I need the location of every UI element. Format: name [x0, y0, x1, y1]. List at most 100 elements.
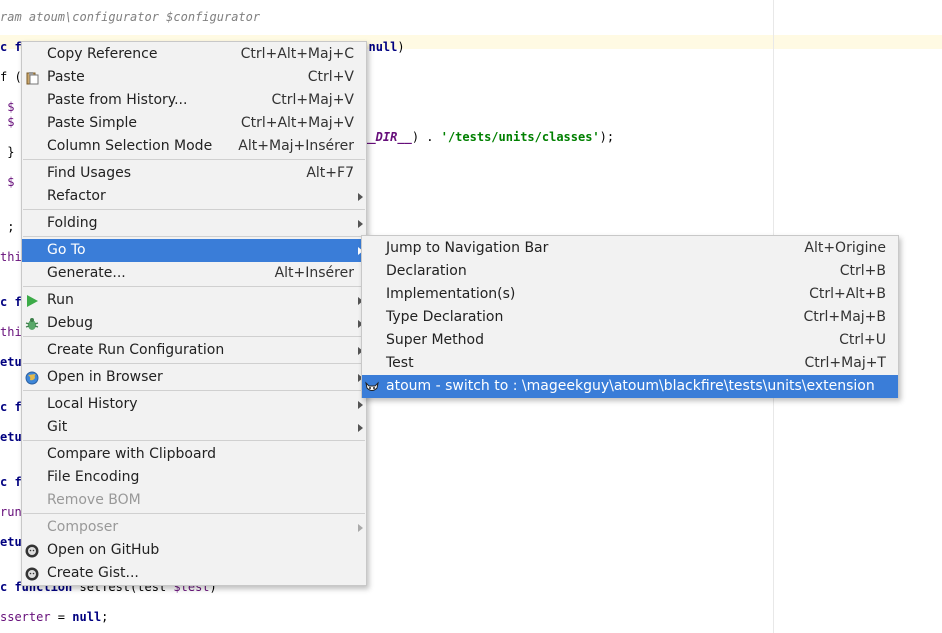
- menu-item-shortcut: Ctrl+U: [839, 332, 886, 348]
- menu-item-shortcut: Ctrl+V: [307, 69, 354, 85]
- menu-item-label: Generate...: [47, 265, 126, 281]
- menu-item-label: Create Run Configuration: [47, 342, 225, 358]
- menu-item-label: Create Gist...: [47, 565, 139, 581]
- menu-separator: [23, 363, 365, 364]
- menu-item-local-history[interactable]: Local History: [22, 393, 366, 416]
- code-token: sserter: [0, 610, 51, 624]
- menu-item-debug[interactable]: Debug: [22, 312, 366, 335]
- menu-item-label: Paste: [47, 69, 85, 85]
- submenu-arrow-icon: [358, 401, 363, 409]
- menu-item-label: atoum - switch to : \mageekguy\atoum\bla…: [386, 378, 875, 394]
- menu-item-open-on-github[interactable]: Open on GitHub: [22, 539, 366, 562]
- menu-item-refactor[interactable]: Refactor: [22, 185, 366, 208]
- menu-item-shortcut: Ctrl+Maj+T: [804, 355, 886, 371]
- menu-item-label: Implementation(s): [386, 286, 516, 302]
- menu-item-label: Local History: [47, 396, 138, 412]
- menu-item-label: Open in Browser: [47, 369, 163, 385]
- menu-item-label: Paste from History...: [47, 92, 188, 108]
- github-icon: [25, 566, 39, 581]
- menu-item-label: File Encoding: [47, 469, 140, 485]
- code-token: );: [599, 130, 615, 144]
- menu-item-paste-simple[interactable]: Paste Simple Ctrl+Alt+Maj+V: [22, 112, 366, 135]
- menu-item-git[interactable]: Git: [22, 416, 366, 439]
- menu-item-paste[interactable]: Paste Ctrl+V: [22, 66, 366, 89]
- menu-item-label: Go To: [47, 242, 86, 258]
- menu-item-create-run-configuration[interactable]: Create Run Configuration: [22, 339, 366, 362]
- menu-item-paste-from-history[interactable]: Paste from History... Ctrl+Maj+V: [22, 89, 366, 112]
- menu-item-atoum-switch[interactable]: atoum - switch to : \mageekguy\atoum\bla…: [362, 375, 898, 398]
- menu-item-label: Remove BOM: [47, 492, 141, 508]
- menu-separator: [23, 513, 365, 514]
- goto-submenu[interactable]: Jump to Navigation Bar Alt+Origine Declara…: [361, 235, 899, 398]
- menu-item-create-gist[interactable]: Create Gist...: [22, 562, 366, 585]
- menu-item-shortcut: Ctrl+Maj+V: [271, 92, 355, 108]
- code-line: ;: [0, 220, 14, 234]
- code-line: ram atoum\configurator $configurator: [0, 10, 260, 24]
- menu-item-test[interactable]: Test Ctrl+Maj+T: [362, 352, 898, 375]
- menu-item-open-in-browser[interactable]: Open in Browser: [22, 366, 366, 389]
- menu-item-label: Folding: [47, 215, 98, 231]
- code-token: null: [72, 610, 102, 624]
- menu-item-label: Jump to Navigation Bar: [386, 240, 549, 256]
- menu-item-implementations[interactable]: Implementation(s) Ctrl+Alt+B: [362, 283, 898, 306]
- code-token: $: [0, 175, 15, 189]
- github-icon: [25, 543, 39, 558]
- menu-item-label: Open on GitHub: [47, 542, 160, 558]
- menu-item-label: Composer: [47, 519, 119, 535]
- menu-item-file-encoding[interactable]: File Encoding: [22, 466, 366, 489]
- menu-separator: [23, 286, 365, 287]
- menu-item-label: Debug: [47, 315, 94, 331]
- menu-item-shortcut: Ctrl+B: [839, 263, 886, 279]
- editor-context-menu[interactable]: Copy Reference Ctrl+Alt+Maj+C Paste Ctrl+V P…: [21, 41, 367, 586]
- menu-item-run[interactable]: Run: [22, 289, 366, 312]
- menu-item-shortcut: Alt+Insérer: [274, 265, 354, 281]
- menu-item-label: Compare with Clipboard: [47, 446, 216, 462]
- atoum-icon: [365, 379, 379, 393]
- menu-item-label: Paste Simple: [47, 115, 138, 131]
- menu-item-shortcut: Ctrl+Alt+Maj+V: [240, 115, 354, 131]
- code-token: $: [0, 100, 15, 114]
- code-token: ) .: [411, 130, 441, 144]
- submenu-arrow-icon: [358, 424, 363, 432]
- menu-item-shortcut: Ctrl+Maj+B: [803, 309, 886, 325]
- code-token: atoum\configurator $configurator: [21, 10, 261, 24]
- submenu-arrow-icon: [358, 193, 363, 201]
- menu-item-shortcut: Ctrl+Alt+B: [809, 286, 886, 302]
- clipboard-icon: [25, 70, 39, 85]
- menu-item-generate[interactable]: Generate... Alt+Insérer: [22, 262, 366, 285]
- menu-item-shortcut: Alt+F7: [306, 165, 354, 181]
- menu-item-compare-with-clipboard[interactable]: Compare with Clipboard: [22, 443, 366, 466]
- code-token: ram: [0, 10, 22, 24]
- menu-separator: [23, 236, 365, 237]
- code-token: $: [0, 115, 15, 129]
- code-token: ;: [0, 220, 15, 234]
- menu-item-label: Super Method: [386, 332, 484, 348]
- menu-item-column-selection-mode[interactable]: Column Selection Mode Alt+Maj+Insérer: [22, 135, 366, 158]
- menu-item-go-to[interactable]: Go To: [22, 239, 366, 262]
- code-token: '/tests/units/classes': [440, 130, 600, 144]
- menu-separator: [23, 440, 365, 441]
- menu-item-shortcut: Alt+Origine: [804, 240, 886, 256]
- menu-item-copy-reference[interactable]: Copy Reference Ctrl+Alt+Maj+C: [22, 43, 366, 66]
- run-icon: [25, 293, 39, 307]
- menu-separator: [23, 336, 365, 337]
- code-line: }: [0, 145, 14, 159]
- code-token: null: [368, 40, 398, 54]
- code-token: }: [0, 145, 15, 159]
- menu-item-super-method[interactable]: Super Method Ctrl+U: [362, 329, 898, 352]
- menu-item-type-declaration[interactable]: Type Declaration Ctrl+Maj+B: [362, 306, 898, 329]
- menu-item-composer: Composer: [22, 516, 366, 539]
- menu-item-shortcut: Alt+Maj+Insérer: [238, 138, 354, 154]
- menu-separator: [23, 159, 365, 160]
- menu-item-label: Refactor: [47, 188, 106, 204]
- menu-item-folding[interactable]: Folding: [22, 212, 366, 235]
- menu-item-label: Test: [386, 355, 414, 371]
- menu-item-label: Type Declaration: [386, 309, 504, 325]
- code-token: ;: [101, 610, 109, 624]
- menu-item-find-usages[interactable]: Find Usages Alt+F7: [22, 162, 366, 185]
- menu-item-jump-to-navigation-bar[interactable]: Jump to Navigation Bar Alt+Origine: [362, 237, 898, 260]
- code-token: ): [397, 40, 405, 54]
- menu-item-label: Find Usages: [47, 165, 132, 181]
- code-line: $: [0, 175, 14, 189]
- menu-item-declaration[interactable]: Declaration Ctrl+B: [362, 260, 898, 283]
